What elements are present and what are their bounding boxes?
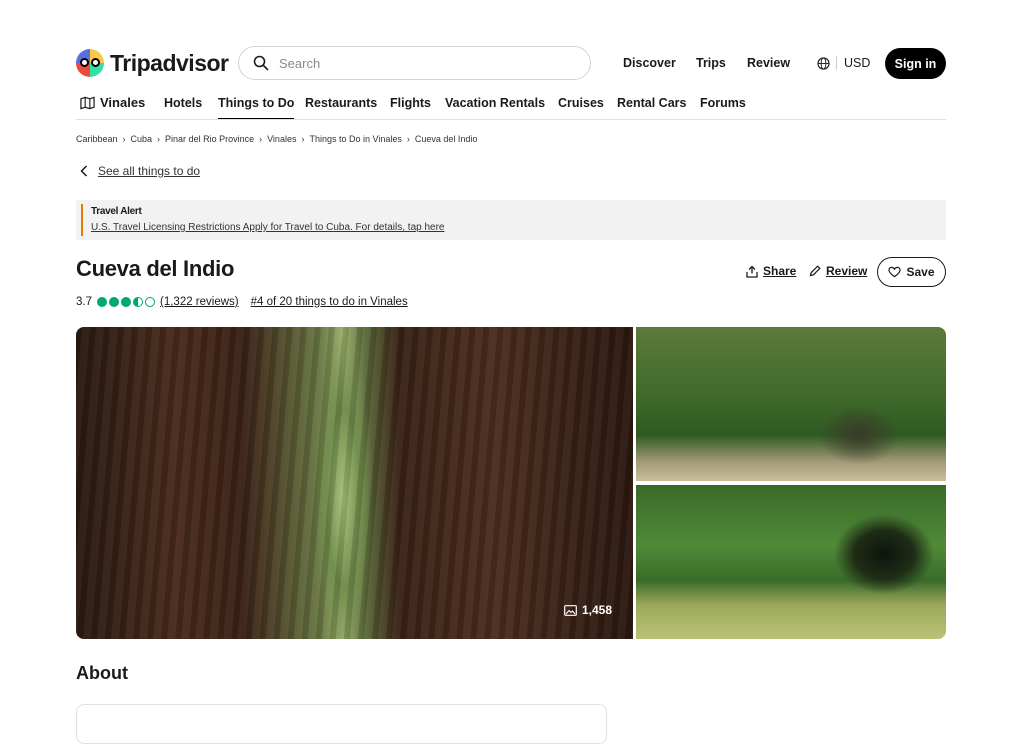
- photo-cave-entrance[interactable]: [636, 327, 946, 481]
- subnav-cruises[interactable]: Cruises: [558, 96, 604, 118]
- breadcrumb: Caribbean › Cuba › Pinar del Rio Province ›…: [76, 134, 477, 144]
- save-button[interactable]: Save: [877, 257, 946, 287]
- breadcrumb-vinales[interactable]: Vinales: [267, 134, 296, 144]
- breadcrumb-caribbean[interactable]: Caribbean: [76, 134, 118, 144]
- reviews-count-link[interactable]: (1,322 reviews): [160, 296, 239, 308]
- breadcrumb-separator: ›: [406, 134, 410, 144]
- breadcrumb-current: Cueva del Indio: [414, 134, 478, 144]
- share-label: Share: [763, 264, 797, 278]
- alert-message-link[interactable]: U.S. Travel Licensing Restrictions Apply…: [91, 222, 445, 233]
- save-label: Save: [906, 265, 935, 279]
- attraction-title: Cueva del Indio: [76, 256, 235, 281]
- breadcrumb-separator: ›: [122, 134, 126, 144]
- subnav-restaurants[interactable]: Restaurants: [305, 96, 377, 118]
- subnav-rental-cars[interactable]: Rental Cars: [617, 96, 686, 118]
- main-photo-cave[interactable]: [76, 327, 633, 639]
- nav-trips[interactable]: Trips: [696, 56, 726, 70]
- about-heading: About: [76, 663, 128, 683]
- search-input[interactable]: [277, 54, 561, 72]
- breadcrumb-separator: ›: [301, 134, 305, 144]
- sign-in-button[interactable]: Sign in: [885, 48, 946, 79]
- review-label: Review: [826, 264, 868, 278]
- about-card: [76, 704, 607, 744]
- rating-bubble-icon: [97, 297, 107, 307]
- chevron-left-icon: [80, 165, 88, 177]
- globe-icon[interactable]: [817, 57, 830, 70]
- header-divider: [76, 119, 946, 120]
- alert-accent-bar: [81, 204, 83, 236]
- heart-icon: [888, 266, 902, 278]
- owl-logo-icon: [76, 49, 104, 77]
- image-icon: [564, 604, 577, 616]
- nav-review[interactable]: Review: [747, 56, 790, 70]
- breadcrumb-province[interactable]: Pinar del Rio Province: [165, 134, 254, 144]
- review-button[interactable]: Review: [809, 264, 867, 278]
- rating-score: 3.7: [76, 296, 92, 308]
- brand-name: Tripadvisor: [110, 49, 229, 76]
- photo-river-boat[interactable]: [636, 485, 946, 639]
- ranking-link[interactable]: #4 of 20 things to do in Vinales: [251, 296, 408, 308]
- rating-bubble-icon: [121, 297, 131, 307]
- breadcrumb-things-to-do[interactable]: Things to Do in Vinales: [309, 134, 401, 144]
- see-all-things-link[interactable]: See all things to do: [80, 164, 200, 178]
- rating-row: 3.7 (1,322 reviews) #4 of 20 things to d…: [76, 296, 408, 308]
- rating-bubbles: [97, 297, 155, 307]
- travel-alert-banner: Travel Alert U.S. Travel Licensing Restr…: [76, 200, 946, 240]
- nav-discover[interactable]: Discover: [623, 56, 676, 70]
- photo-count: 1,458: [582, 603, 613, 617]
- nav-divider: [836, 56, 837, 70]
- breadcrumb-cuba[interactable]: Cuba: [131, 134, 153, 144]
- search-icon: [253, 55, 269, 71]
- see-all-label: See all things to do: [98, 164, 201, 178]
- share-icon: [746, 265, 758, 278]
- alert-title: Travel Alert: [91, 206, 142, 217]
- subnav-things-to-do[interactable]: Things to Do: [218, 96, 295, 120]
- map-icon: [80, 96, 95, 110]
- currency-selector[interactable]: USD: [844, 56, 870, 70]
- share-button[interactable]: Share: [746, 264, 796, 278]
- search-bar[interactable]: [238, 46, 591, 80]
- rating-bubble-half-icon: [133, 297, 143, 307]
- rating-bubble-empty-icon: [145, 297, 155, 307]
- photo-count-badge[interactable]: 1,458: [564, 603, 612, 617]
- breadcrumb-separator: ›: [157, 134, 161, 144]
- location-name: Vinales: [100, 95, 146, 110]
- breadcrumb-separator: ›: [259, 134, 263, 144]
- subnav-flights[interactable]: Flights: [390, 96, 431, 118]
- subnav-vacation-rentals[interactable]: Vacation Rentals: [445, 96, 545, 118]
- subnav-hotels[interactable]: Hotels: [164, 96, 202, 118]
- location-link[interactable]: Vinales: [80, 96, 145, 118]
- subnav-forums[interactable]: Forums: [700, 96, 746, 118]
- rating-bubble-icon: [109, 297, 119, 307]
- pencil-icon: [809, 265, 821, 277]
- tripadvisor-logo[interactable]: Tripadvisor: [76, 46, 229, 80]
